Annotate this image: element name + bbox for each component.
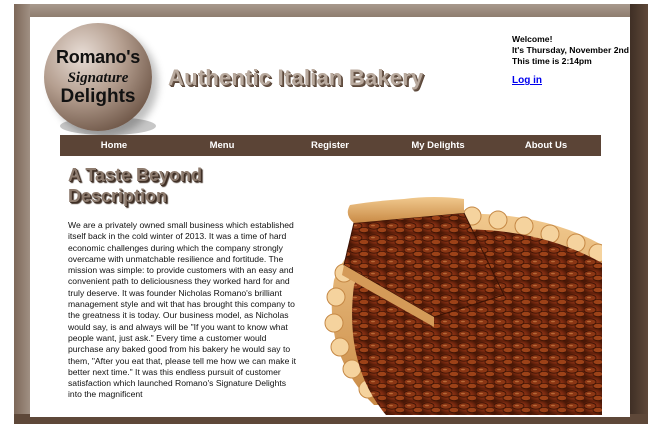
page-content: Romano's Signature Delights Authentic It… [30,17,630,417]
nav-item-my-delights[interactable]: My Delights [384,140,492,151]
login-link[interactable]: Log in [512,75,542,86]
pie-illustration [324,197,602,415]
date-text: It's Thursday, November 2nd [512,45,629,55]
site-tagline: Authentic Italian Bakery [168,65,424,90]
main-nav: Home Menu Register My Delights About Us [60,135,601,156]
nav-item-home[interactable]: Home [60,140,168,151]
logo-text-line2: Signature [67,70,129,86]
nav-item-menu[interactable]: Menu [168,140,276,151]
frame-left-edge [14,4,30,414]
time-text: This time is 2:14pm [512,56,592,66]
frame-top-edge [14,4,648,18]
nav-item-about-us[interactable]: About Us [492,140,600,151]
site-logo[interactable]: Romano's Signature Delights [44,23,152,131]
welcome-text: Welcome! [512,34,553,44]
welcome-box: Welcome! It's Thursday, November 2nd Thi… [512,34,629,67]
logo-text-line1: Romano's [56,47,140,67]
logo-text-line3: Delights [60,86,136,107]
about-paragraph: We are a privately owned small business … [68,220,297,400]
pecan-pie-image [314,185,602,415]
nav-item-register[interactable]: Register [276,140,384,151]
page-heading: A Taste Beyond Description [68,165,203,206]
frame-right-edge [630,4,648,414]
